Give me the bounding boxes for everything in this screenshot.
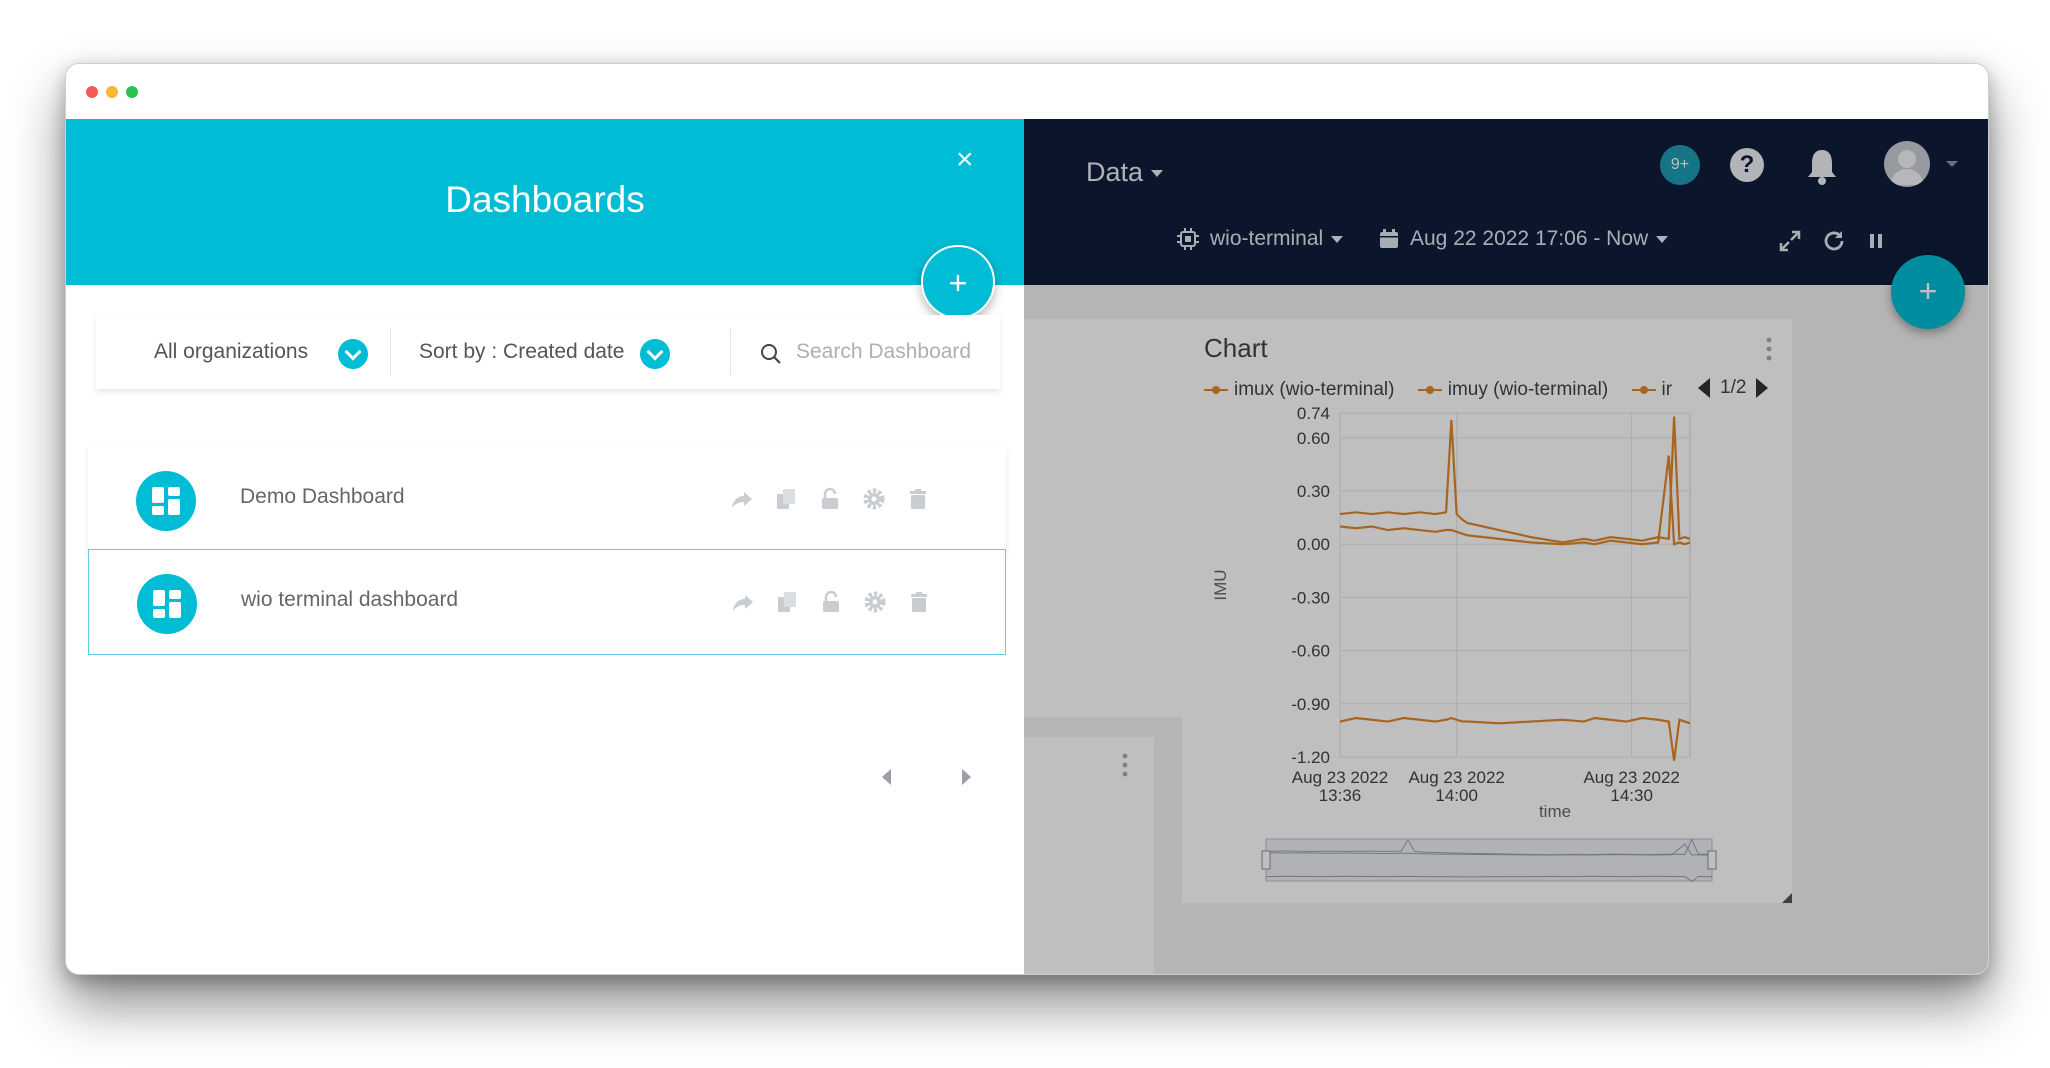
filter-divider [390, 329, 391, 375]
close-window-dot[interactable] [86, 86, 98, 98]
dashboard-icon [136, 471, 196, 531]
gear-icon[interactable] [863, 590, 887, 614]
share-icon[interactable] [731, 590, 755, 614]
next-page-icon[interactable] [962, 769, 971, 785]
trash-icon[interactable] [906, 487, 930, 511]
copy-icon[interactable] [775, 590, 799, 614]
dashboard-list-item-selected[interactable]: wio terminal dashboard [88, 549, 1006, 655]
search-input[interactable] [796, 333, 986, 371]
minimize-window-dot[interactable] [106, 86, 118, 98]
organization-filter[interactable]: All organizations [154, 315, 308, 389]
dashboard-list-item[interactable]: Demo Dashboard [88, 447, 1006, 553]
unlock-icon[interactable] [819, 590, 843, 614]
share-icon[interactable] [730, 487, 754, 511]
chevron-down-icon[interactable] [640, 339, 670, 369]
dashboards-drawer: Dashboards × + All organizations Sort by… [66, 119, 1024, 974]
filter-bar: All organizations Sort by : Created date [96, 315, 1000, 389]
gear-icon[interactable] [862, 487, 886, 511]
add-dashboard-button[interactable]: + [921, 245, 995, 319]
browser-window: Data 9+ ? wio-terminal Aug 22 2022 17:06… [65, 63, 1989, 975]
filter-divider [730, 329, 731, 375]
sort-filter[interactable]: Sort by : Created date [419, 315, 624, 389]
close-icon[interactable]: × [956, 143, 974, 177]
previous-page-icon[interactable] [882, 769, 891, 785]
organization-filter-label: All organizations [154, 340, 309, 363]
drawer-title: Dashboards [445, 179, 645, 220]
chevron-down-icon[interactable] [338, 339, 368, 369]
search-icon [761, 344, 781, 364]
dashboard-name: Demo Dashboard [240, 485, 405, 508]
dashboard-name: wio terminal dashboard [241, 588, 459, 611]
unlock-icon[interactable] [818, 487, 842, 511]
sort-filter-label: Sort by : Created date [419, 340, 625, 363]
window-titlebar [66, 64, 1988, 119]
trash-icon[interactable] [907, 590, 931, 614]
maximize-window-dot[interactable] [126, 86, 138, 98]
copy-icon[interactable] [774, 487, 798, 511]
drawer-header: Dashboards × [66, 119, 1024, 285]
dashboard-icon [137, 574, 197, 634]
